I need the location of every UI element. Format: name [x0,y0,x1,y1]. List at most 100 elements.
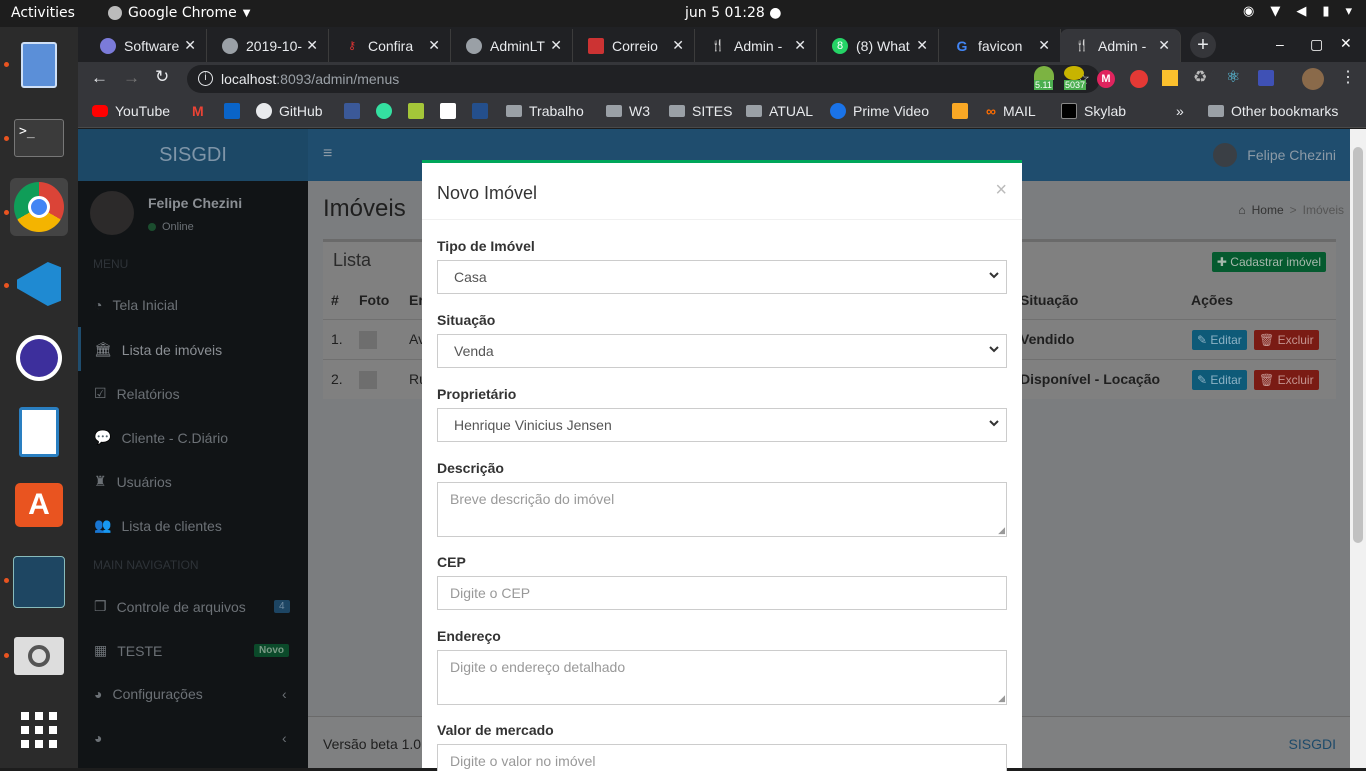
bookmark-folder-trabalho[interactable]: Trabalho [506,103,584,119]
minimize-window-icon[interactable]: – [1276,36,1284,52]
close-tab-icon[interactable]: ✕ [306,37,318,54]
breadcrumb-home[interactable]: Home [1252,203,1284,217]
edit-button[interactable]: ✎ Editar [1192,370,1247,390]
sidebar-item-controle-arquivos[interactable]: ❐ Controle de arquivos [94,598,246,615]
sidebar-item-relatorios[interactable]: ☑ Relatórios [94,385,180,402]
bookmark-pdf[interactable] [440,103,456,119]
image-viewer-icon[interactable] [10,627,68,685]
back-icon[interactable]: ← [91,68,108,88]
files-icon[interactable] [10,36,68,94]
terminal-icon[interactable]: >_ [10,109,68,167]
extension-recycle-icon[interactable]: ♻ [1193,67,1207,87]
close-tab-icon[interactable]: ✕ [1038,37,1050,54]
bookmark-other[interactable]: Other bookmarks [1208,103,1338,119]
bookmark-yellow[interactable] [952,103,968,119]
edit-button[interactable]: ✎ Editar [1192,330,1247,350]
close-tab-icon[interactable]: ✕ [794,37,806,54]
description-textarea[interactable]: Breve descrição do imóvel ◢ [437,482,1007,537]
bookmark-gmail[interactable]: M [192,103,204,119]
profile-avatar[interactable] [1302,68,1324,90]
owner-select[interactable]: Henrique Vinicius Jensen [437,408,1007,442]
property-type-select[interactable]: Casa [437,260,1007,294]
software-center-icon[interactable]: A [10,476,68,534]
maximize-window-icon[interactable]: ▢ [1310,36,1323,53]
activities-button[interactable]: Activities [11,5,75,21]
close-tab-icon[interactable]: ✕ [428,37,440,54]
address-bar[interactable]: i localhost:8093/admin/menus ☆ [187,65,1100,93]
close-tab-icon[interactable]: ✕ [916,37,928,54]
bookmark-youtube[interactable]: YouTube [92,103,170,119]
tab[interactable]: ⚷ Confira ✕ [330,29,451,62]
tab[interactable]: Software ✕ [86,29,207,62]
close-icon[interactable]: × [995,179,1007,202]
sidebar-item-lista-imoveis[interactable]: 🏛 Lista de imóveis [94,341,222,358]
resize-handle-icon[interactable]: ◢ [998,693,1005,704]
wifi-icon[interactable]: ▼ [1270,4,1280,19]
tab[interactable]: Gfavicon ✕ [940,29,1061,62]
property-thumbnail[interactable] [359,371,377,389]
volume-icon[interactable]: ◀ [1296,4,1306,19]
extension-counter-icon[interactable]: 5037 [1064,66,1090,92]
add-property-button[interactable]: ✚ Cadastrar imóvel [1211,252,1326,272]
show-applications-icon[interactable] [10,701,68,759]
bookmark-green[interactable] [408,103,424,119]
tab[interactable]: Correio ✕ [574,29,695,62]
scrollbar-thumb[interactable] [1353,147,1363,543]
bookmark-folder-sites[interactable]: SITES [669,103,732,119]
bookmark-facebook[interactable] [344,103,360,119]
chrome-menu-icon[interactable]: ⋮ [1340,67,1356,87]
tab[interactable]: 2019-10- ✕ [208,29,329,62]
close-tab-icon[interactable]: ✕ [550,37,562,54]
mysql-workbench-icon[interactable] [10,553,68,611]
tab[interactable]: 🍴 Admin - ✕ [696,29,817,62]
footer-brand-link[interactable]: SISGDI [1289,736,1336,752]
sidebar-item-lista-clientes[interactable]: 👥 Lista de clientes [94,517,222,534]
tab-active[interactable]: 🍴 Admin - ✕ [1060,29,1181,62]
chrome-dock-icon[interactable] [10,178,68,236]
vscode-icon[interactable] [10,255,68,313]
app-menu[interactable]: Google Chrome ▼ [108,5,250,21]
address-textarea[interactable]: Digite o endereço detalhado ◢ [437,650,1007,705]
clock[interactable]: jun 5 01:28 ● [685,5,781,21]
close-tab-icon[interactable]: ✕ [672,37,684,54]
bookmark-blue[interactable] [472,103,488,119]
bookmarks-overflow-icon[interactable]: » [1176,103,1184,119]
bookmark-outlook[interactable] [224,103,240,119]
new-tab-button[interactable]: + [1190,32,1216,58]
market-value-input[interactable]: Digite o valor no imóvel [437,744,1007,771]
power-menu-icon[interactable]: ▾ [1345,4,1352,19]
bookmark-mail[interactable]: ∞ MAIL [986,103,1036,119]
extension-react-icon[interactable]: ⚛ [1226,67,1240,87]
sidebar-toggle-icon[interactable]: ≡ [323,145,332,163]
bookmark-github[interactable]: GitHub [256,103,323,119]
resize-handle-icon[interactable]: ◢ [998,525,1005,536]
globe-icon[interactable]: ◉ [1243,4,1254,19]
reload-icon[interactable]: ↻ [155,67,169,87]
bookmark-skylab[interactable]: Skylab [1061,103,1126,119]
header-user-menu[interactable]: Felipe Chezini [1213,143,1336,167]
extension-adblock-icon[interactable] [1130,70,1148,88]
tab[interactable]: AdminLT ✕ [452,29,573,62]
libreoffice-writer-icon[interactable] [10,403,68,461]
sidebar-item-tela-inicial[interactable]: ◔ Tela Inicial [94,297,178,313]
status-select[interactable]: Venda [437,334,1007,368]
extension-blue-icon[interactable] [1258,70,1274,86]
sidebar-item-cliente-cdiario[interactable]: 💬 Cliente - C.Diário [94,429,228,446]
forward-icon[interactable]: → [123,68,140,88]
extension-yellow-icon[interactable] [1162,70,1178,86]
close-window-icon[interactable]: ✕ [1340,35,1352,52]
cep-input[interactable]: Digite o CEP [437,576,1007,610]
sidebar-item-usuarios[interactable]: ♜ Usuários [94,473,172,490]
sidebar-item-extra[interactable]: ◕ [94,730,102,746]
bookmark-tripadvisor[interactable] [376,103,392,119]
app-logo[interactable]: SISGDI [78,129,308,181]
system-tray[interactable]: ◉ ▼ ◀ ▮ ▾ [1243,4,1352,19]
delete-button[interactable]: 🗑 Excluir [1254,370,1319,390]
extension-m-icon[interactable]: M [1097,70,1115,88]
close-tab-icon[interactable]: ✕ [1158,37,1170,54]
sidebar-item-configuracoes[interactable]: ◕ Configurações [94,686,203,702]
close-tab-icon[interactable]: ✕ [184,37,196,54]
property-thumbnail[interactable] [359,331,377,349]
delete-button[interactable]: 🗑 Excluir [1254,330,1319,350]
page-scrollbar[interactable] [1350,129,1366,768]
